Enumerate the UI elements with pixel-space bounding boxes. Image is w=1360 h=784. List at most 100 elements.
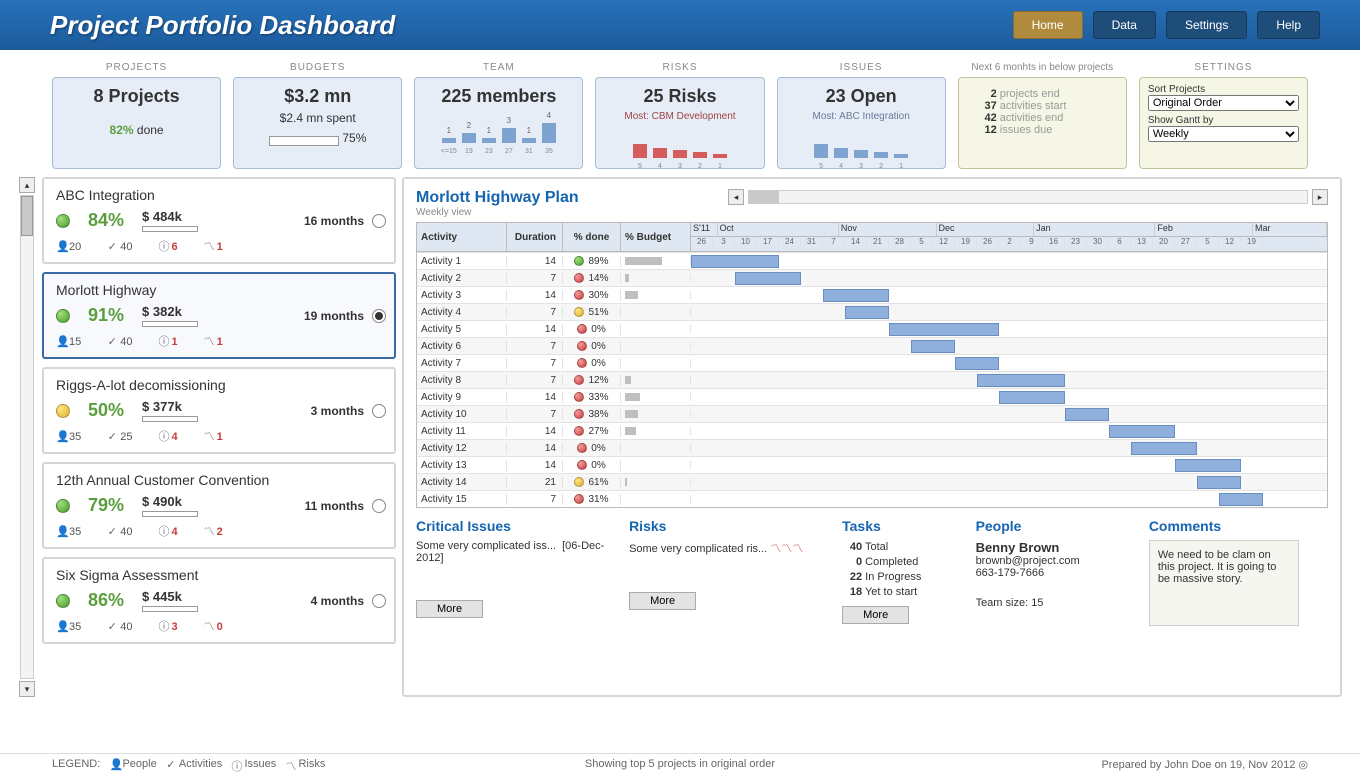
sort-projects-label: Sort Projects [1148,84,1299,95]
project-name: Riggs-A-lot decomissioning [56,377,382,393]
tasks-panel: Tasks 40 Total0 Completed22 In Progress1… [842,518,961,626]
issues-most: Most: ABC Integration [786,111,937,122]
gantt-bar[interactable] [1197,476,1241,489]
issues-icon: ⓘ [159,238,169,254]
status-dot-icon [577,358,587,368]
gantt-bar[interactable] [735,272,801,285]
nav-settings-button[interactable]: Settings [1166,11,1247,39]
risks-icon: 〽 [204,333,214,349]
gantt-scroll-right-icon[interactable]: ▸ [1312,189,1328,205]
gantt-bar[interactable] [1065,408,1109,421]
issues-icon: ⓘ [159,333,169,349]
status-dot-icon [574,392,584,402]
project-duration: 3 months [311,404,364,418]
gantt-row: Activity 1 14 89% [417,252,1327,269]
project-select-radio[interactable] [372,309,386,323]
risks-card[interactable]: 25 Risks Most: CBM Development 54321 [595,77,764,169]
gantt-bar[interactable] [845,306,889,319]
issues-more-button[interactable]: More [416,600,483,618]
issues-card[interactable]: 23 Open Most: ABC Integration 54321 [777,77,946,169]
project-card[interactable]: Riggs-A-lot decomissioning 50% $ 377k 3 … [42,367,396,454]
people-icon: 👤 [56,240,66,253]
status-dot-icon [56,214,70,228]
show-gantt-select[interactable]: Weekly [1148,126,1299,142]
risk-spark-icon: 〽〽〽 [770,543,803,555]
status-dot-icon [574,409,584,419]
settings-label: SETTINGS [1139,62,1308,73]
risks-most: Most: CBM Development [604,111,755,122]
gantt-row: Activity 10 7 38% [417,405,1327,422]
status-dot-icon [577,324,587,334]
gantt-bar[interactable] [823,289,889,302]
summary-row: PROJECTS 8 Projects 82% done BUDGETS $3.… [0,50,1360,177]
status-dot-icon [56,404,70,418]
budgets-label: BUDGETS [233,62,402,73]
project-budget: $ 445k [142,589,198,612]
nav-data-button[interactable]: Data [1093,11,1156,39]
projects-value: 8 Projects [61,86,212,107]
team-label: TEAM [414,62,583,73]
gantt-scroll-left-icon[interactable]: ◂ [728,189,744,205]
status-dot-icon [574,290,584,300]
gantt-bar[interactable] [1131,442,1197,455]
project-card[interactable]: 12th Annual Customer Convention 79% $ 49… [42,462,396,549]
gantt-bar[interactable] [1175,459,1241,472]
gantt-bar[interactable] [889,323,999,336]
gantt-row: Activity 4 7 51% [417,303,1327,320]
gantt-scrollbar[interactable] [748,190,1308,204]
project-select-radio[interactable] [372,499,386,513]
projects-card[interactable]: 8 Projects 82% done [52,77,221,169]
show-gantt-label: Show Gantt by [1148,115,1299,126]
people-icon: 👤 [56,620,66,633]
forecast-card: 2 projects end37 activities start42 acti… [958,77,1127,169]
gantt-bar[interactable] [691,255,779,268]
activities-icon: ✓ [166,758,176,774]
project-card[interactable]: Six Sigma Assessment 86% $ 445k 4 months… [42,557,396,644]
project-scrollbar[interactable]: ▴ ▾ [18,177,36,697]
project-select-radio[interactable] [372,594,386,608]
activities-icon: ✓ [107,525,117,538]
gantt-row: Activity 8 7 12% [417,371,1327,388]
gantt-row: Activity 6 7 0% [417,337,1327,354]
projects-done-pct: 82% [110,123,134,137]
gantt-row: Activity 12 14 0% [417,439,1327,456]
nav-home-button[interactable]: Home [1013,11,1083,39]
project-duration: 19 months [304,309,364,323]
gantt-bar[interactable] [999,391,1065,404]
status-dot-icon [574,477,584,487]
project-name: 12th Annual Customer Convention [56,472,382,488]
gantt-bar[interactable] [1219,493,1263,506]
sort-projects-select[interactable]: Original Order [1148,95,1299,111]
project-card[interactable]: ABC Integration 84% $ 484k 16 months 👤20… [42,177,396,264]
nav-help-button[interactable]: Help [1257,11,1320,39]
gantt-bar[interactable] [1109,425,1175,438]
project-name: ABC Integration [56,187,382,203]
budgets-card[interactable]: $3.2 mn $2.4 mn spent 75% [233,77,402,169]
project-select-radio[interactable] [372,404,386,418]
risks-value: 25 Risks [604,86,755,107]
project-list: ABC Integration 84% $ 484k 16 months 👤20… [42,177,396,697]
project-budget: $ 490k [142,494,198,517]
gantt-row: Activity 13 14 0% [417,456,1327,473]
project-card[interactable]: Morlott Highway 91% $ 382k 19 months 👤15… [42,272,396,359]
projects-label: PROJECTS [52,62,221,73]
risks-icon: 〽 [204,428,214,444]
gantt-bar[interactable] [955,357,999,370]
detail-panel: Morlott Highway Plan Weekly view ◂ ▸ Act… [402,177,1342,697]
status-dot-icon [574,375,584,385]
team-card[interactable]: 225 members 1<=15219123327131435 [414,77,583,169]
project-pct: 86% [88,590,124,611]
risks-more-button[interactable]: More [629,592,696,610]
scroll-up-icon[interactable]: ▴ [19,177,35,193]
gantt-bar[interactable] [977,374,1065,387]
app-title: Project Portfolio Dashboard [50,10,1003,41]
gantt-bar[interactable] [911,340,955,353]
gantt-row: Activity 11 14 27% [417,422,1327,439]
scroll-down-icon[interactable]: ▾ [19,681,35,697]
detail-title: Morlott Highway Plan [416,189,579,207]
activities-icon: ✓ [107,620,117,633]
project-pct: 50% [88,400,124,421]
project-select-radio[interactable] [372,214,386,228]
tasks-more-button[interactable]: More [842,606,909,624]
issues-label: ISSUES [777,62,946,73]
